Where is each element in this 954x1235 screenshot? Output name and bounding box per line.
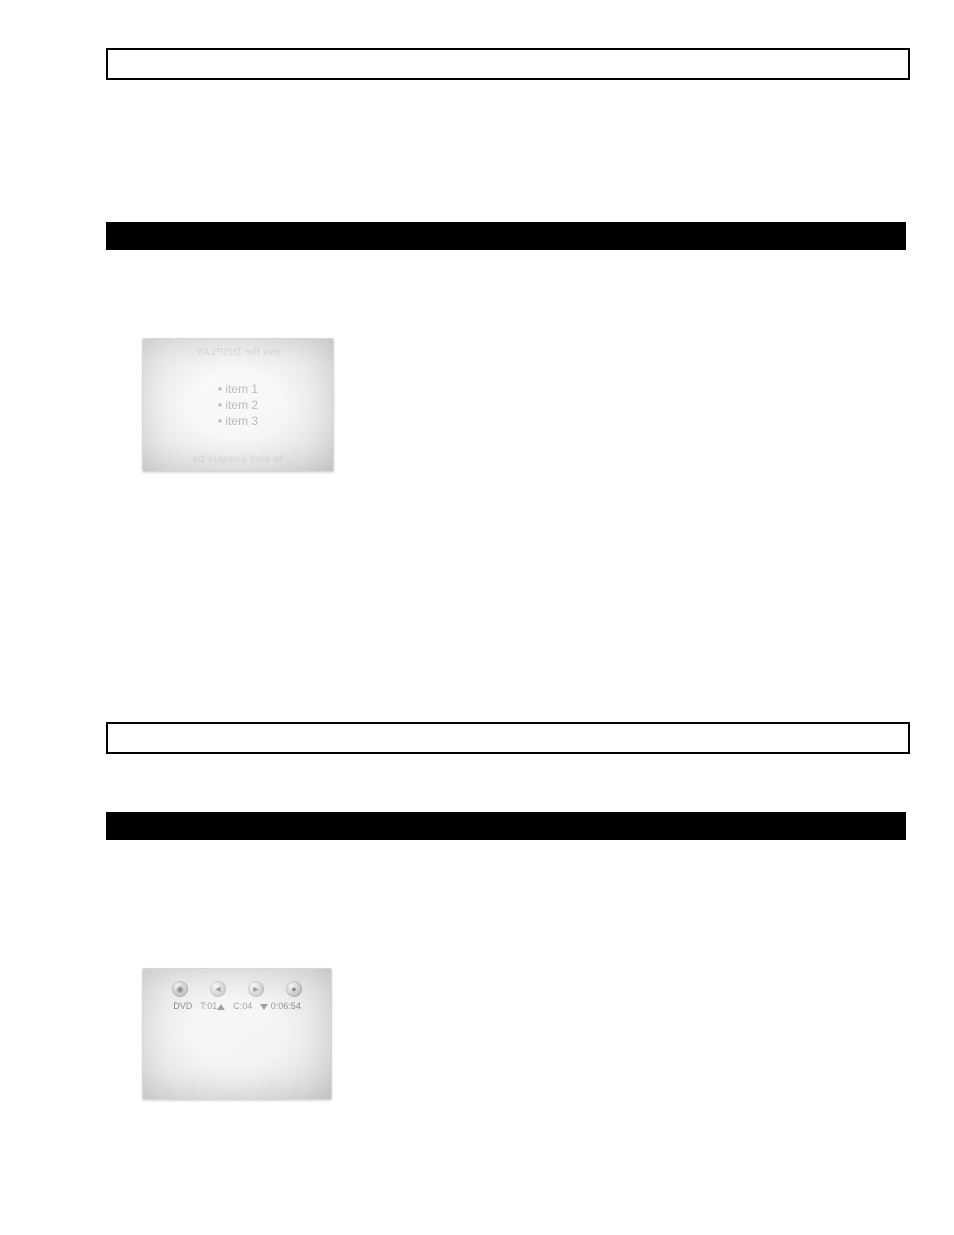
status-label-row: DVD T:01 C:04 0:06:54 [143,1001,331,1011]
stop-icon: ● [286,981,302,997]
menu-item: item 1 [218,381,258,397]
title-label: T:01 [200,1001,225,1011]
title-value: T:01 [200,1001,217,1011]
empty-outline-box-2 [106,722,910,754]
down-arrow-icon [260,1004,268,1010]
spacer [32,80,922,222]
spacer [32,250,922,320]
ffwd-icon: ► [248,981,264,997]
tv-screen-status-figure: ◉ ◄ ► ● DVD T:01 C:04 0:06:54 [142,968,332,1100]
spacer [32,754,922,812]
menu-list: item 1 item 2 item 3 [218,381,258,429]
ghost-text-top: ess the DISPLAY [196,347,280,358]
tv-screen-menu-figure: ess the DISPLAY item 1 item 2 item 3 ed … [142,338,334,472]
up-arrow-icon [217,1004,225,1010]
time-value: 0:06:54 [271,1001,301,1011]
disc-icon: ◉ [172,981,188,997]
menu-item: item 2 [218,397,258,413]
ghost-text-bottom: ed elapsed time of [193,454,284,465]
media-label: DVD [173,1001,192,1011]
status-icon-row: ◉ ◄ ► ● [143,981,331,997]
document-page: ess the DISPLAY item 1 item 2 item 3 ed … [0,0,954,1235]
spacer [32,840,922,950]
time-label: 0:06:54 [260,1001,301,1011]
black-bar-1 [106,222,906,250]
spacer [32,472,922,722]
empty-outline-box-1 [106,48,910,80]
menu-item: item 3 [218,413,258,429]
chapter-label: C:04 [233,1001,252,1011]
rewind-icon: ◄ [210,981,226,997]
black-bar-2 [106,812,906,840]
